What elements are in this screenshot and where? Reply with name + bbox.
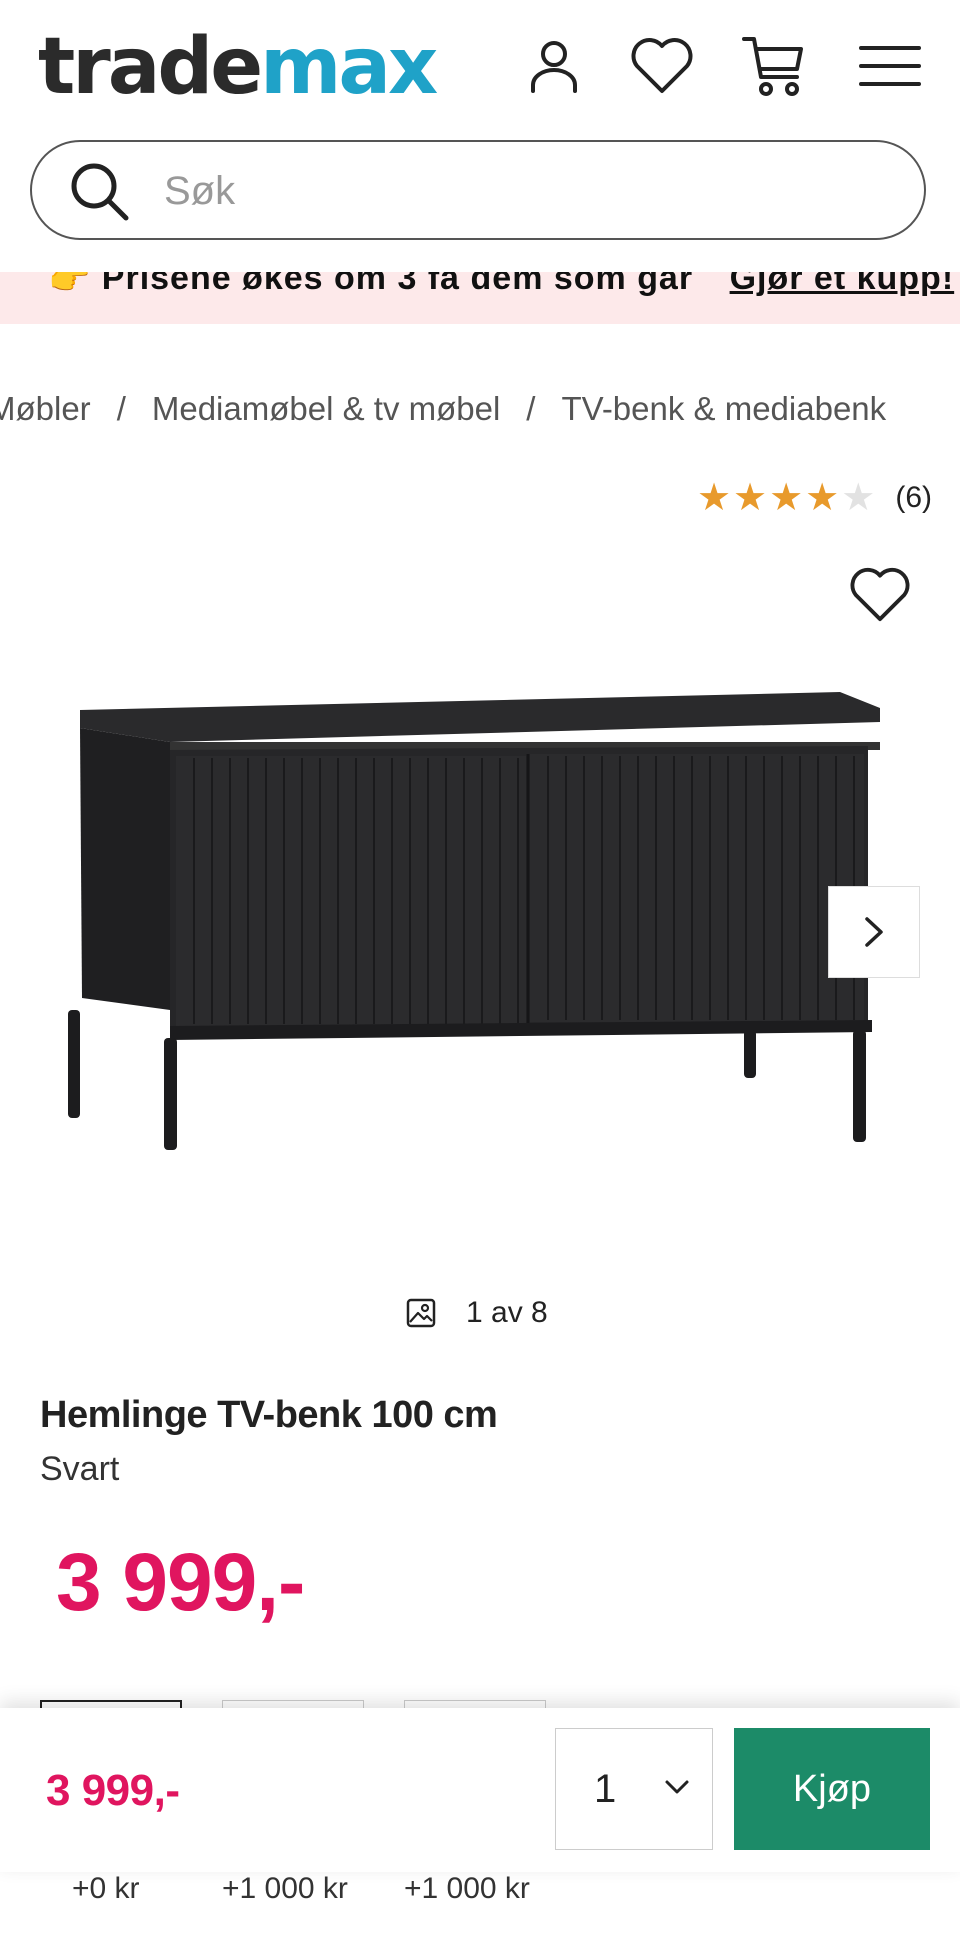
product-rating[interactable]: ★ ★ ★ ★ ★ (6) [697, 478, 932, 518]
star-icon: ★ [769, 477, 804, 519]
breadcrumb-item[interactable]: Møbler [0, 390, 91, 427]
door-right [530, 754, 864, 1022]
buy-button[interactable]: Kjøp [734, 1728, 930, 1850]
promo-banner: 👉 Prisene økes om 3 få dem som går Gjør … [0, 272, 960, 324]
breadcrumb-separator: / [116, 390, 126, 427]
sticky-price: 3 999,- [46, 1766, 180, 1815]
image-counter-text: 1 av 8 [466, 1296, 548, 1329]
star-icon: ★ [805, 477, 840, 519]
logo-part-max: max [260, 22, 438, 112]
wishlist-icon[interactable] [624, 28, 700, 104]
star-empty-icon: ★ [841, 477, 876, 519]
search-bar[interactable] [30, 140, 926, 240]
door-left [176, 756, 526, 1026]
chevron-down-icon [665, 1780, 689, 1794]
option-price: +1 000 kr [404, 1872, 530, 1905]
breadcrumb: Møbler / Mediamøbel & tv møbel / TV-benk & m… [0, 390, 886, 428]
breadcrumb-item[interactable]: TV-benk & mediabenk [561, 390, 886, 427]
quantity-select[interactable]: 1 [555, 1728, 713, 1850]
menu-icon[interactable] [852, 28, 928, 104]
next-image-button[interactable] [828, 886, 920, 978]
sticky-buy-bar: 3 999,- 1 Kjøp [0, 1708, 960, 1872]
site-header: trademax [0, 0, 960, 272]
account-icon[interactable] [516, 28, 592, 104]
star-icon: ★ [696, 477, 732, 519]
quantity-value: 1 [594, 1766, 617, 1811]
favorite-button[interactable] [848, 566, 912, 629]
chevron-right-icon [865, 917, 883, 947]
image-counter: 1 av 8 [406, 1296, 548, 1330]
promo-link[interactable]: Gjør et kupp! [730, 272, 955, 297]
cart-icon[interactable] [736, 28, 812, 104]
product-variant: Svart [40, 1450, 120, 1488]
promo-message: Prisene økes om 3 få dem som går [101, 272, 694, 297]
promo-text: 👉 Prisene økes om 3 få dem som går Gjør … [48, 272, 954, 298]
review-count: (6) [895, 481, 932, 514]
breadcrumb-item[interactable]: Mediamøbel & tv møbel [152, 390, 500, 427]
star-icon: ★ [733, 477, 768, 519]
product-image[interactable] [60, 680, 890, 1180]
trademax-logo[interactable]: trademax [38, 22, 438, 112]
heart-icon [850, 567, 910, 622]
option-price: +0 kr [72, 1872, 140, 1905]
logo-part-trade: trade [38, 22, 263, 112]
breadcrumb-separator: / [526, 390, 536, 427]
promo-icon: 👉 [48, 272, 92, 297]
search-input[interactable] [162, 162, 866, 220]
product-title: Hemlinge TV-benk 100 cm [40, 1394, 498, 1436]
product-price: 3 999,- [56, 1537, 305, 1628]
search-icon [71, 163, 129, 221]
image-icon [406, 1298, 436, 1328]
option-price: +1 000 kr [222, 1872, 348, 1905]
